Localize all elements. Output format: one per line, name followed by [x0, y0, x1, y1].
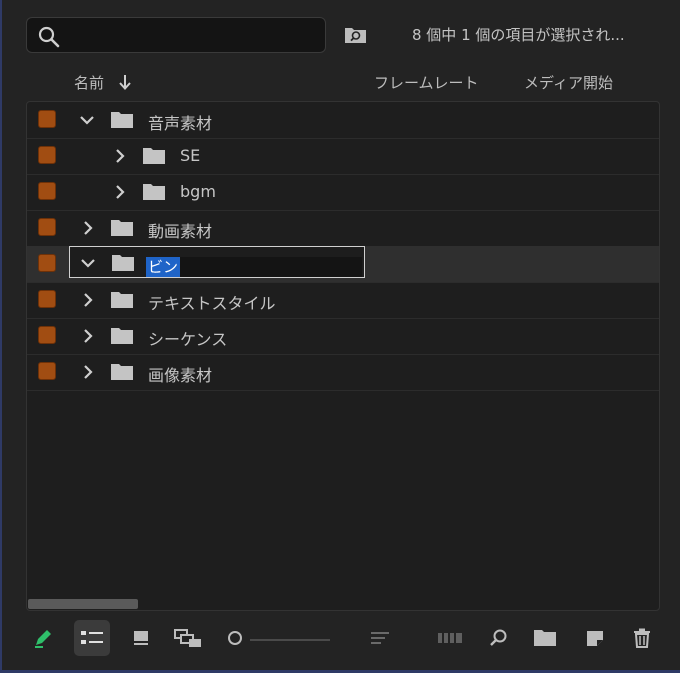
pencil-icon[interactable]: [30, 620, 56, 656]
list-item[interactable]: SE: [27, 138, 659, 175]
zoom-slider-knob[interactable]: [228, 631, 242, 645]
label-color-swatch[interactable]: [38, 362, 56, 380]
bin-name: bgm: [180, 182, 216, 201]
sort-descending-icon: [118, 74, 132, 94]
folder-icon: [111, 364, 133, 384]
chevron-right-icon[interactable]: [113, 184, 127, 204]
bin-name: SE: [180, 146, 201, 165]
window-border-left: [0, 0, 2, 673]
folder-icon: [143, 184, 165, 204]
chevron-down-icon[interactable]: [80, 255, 96, 274]
search-field[interactable]: [26, 17, 326, 53]
search-input[interactable]: [69, 24, 313, 46]
label-color-swatch[interactable]: [38, 254, 56, 272]
column-name-label: 名前: [74, 74, 105, 92]
new-search-bin-icon[interactable]: [343, 24, 369, 48]
label-color-swatch[interactable]: [38, 110, 56, 128]
label-color-swatch[interactable]: [38, 146, 56, 164]
chevron-right-icon[interactable]: [81, 292, 95, 312]
column-header-media-start[interactable]: メディア開始: [524, 72, 613, 93]
folder-icon: [111, 328, 133, 348]
rename-field[interactable]: ビン: [69, 246, 365, 278]
list-item[interactable]: シーケンス: [27, 318, 659, 355]
chevron-right-icon[interactable]: [81, 220, 95, 240]
sort-icon[interactable]: [368, 620, 392, 656]
list-view-icon[interactable]: [74, 620, 110, 656]
horizontal-scrollbar[interactable]: [28, 599, 138, 609]
selection-status: 8 個中 1 個の項目が選択され...: [412, 26, 625, 44]
column-header-name[interactable]: 名前: [74, 72, 131, 93]
list-item[interactable]: 音声素材: [27, 102, 659, 139]
folder-icon: [111, 220, 133, 240]
list-item-selected[interactable]: ビン: [27, 246, 659, 283]
label-color-swatch[interactable]: [38, 218, 56, 236]
list-item[interactable]: 動画素材: [27, 210, 659, 247]
folder-icon: [111, 292, 133, 312]
icon-view-icon[interactable]: [128, 620, 154, 656]
label-color-swatch[interactable]: [38, 290, 56, 308]
find-icon[interactable]: [486, 620, 510, 656]
label-color-swatch[interactable]: [38, 182, 56, 200]
folder-icon: [112, 255, 134, 275]
bin-list: 音声素材 SE bgm 動画素材 ビン テキストスタイル シーケンス 画像素材: [26, 101, 660, 611]
bin-name: 画像素材: [148, 366, 213, 385]
list-item[interactable]: テキストスタイル: [27, 282, 659, 319]
new-item-icon[interactable]: [582, 620, 608, 656]
freeform-view-icon[interactable]: [172, 620, 204, 656]
chevron-down-icon[interactable]: [79, 112, 95, 131]
label-color-swatch[interactable]: [38, 326, 56, 344]
bottom-toolbar: [0, 620, 680, 664]
search-icon: [37, 25, 61, 53]
bin-name: シーケンス: [148, 330, 228, 349]
rename-selected-text: ビン: [146, 257, 181, 277]
chevron-right-icon[interactable]: [81, 364, 95, 384]
bin-name: テキストスタイル: [148, 294, 276, 313]
bin-name: 音声素材: [148, 114, 213, 133]
list-item[interactable]: bgm: [27, 174, 659, 211]
bin-name: 動画素材: [148, 222, 213, 241]
folder-icon: [143, 148, 165, 168]
chevron-right-icon[interactable]: [81, 328, 95, 348]
list-item[interactable]: 画像素材: [27, 354, 659, 391]
new-bin-icon[interactable]: [532, 620, 558, 656]
folder-icon: [111, 112, 133, 132]
chevron-right-icon[interactable]: [113, 148, 127, 168]
zoom-slider-track[interactable]: [250, 639, 330, 641]
trash-icon[interactable]: [630, 620, 654, 656]
automate-to-sequence-icon[interactable]: [436, 620, 464, 656]
column-header-frame-rate[interactable]: フレームレート: [374, 72, 479, 93]
